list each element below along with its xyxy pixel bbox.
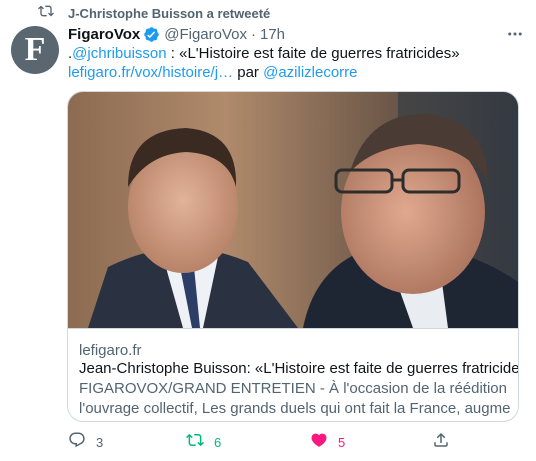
retweet-count: 6 bbox=[214, 434, 222, 450]
link-card[interactable]: lefigaro.fr Jean-Christophe Buisson: «L'… bbox=[67, 91, 519, 422]
share-button[interactable] bbox=[432, 430, 450, 454]
card-description: FIGAROVOX/GRAND ENTRETIEN - À l'occasion… bbox=[79, 379, 511, 419]
avatar[interactable]: F bbox=[11, 26, 59, 74]
separator-dot: · bbox=[251, 25, 256, 43]
mention-azilizlecorre[interactable]: @azilizlecorre bbox=[263, 64, 357, 81]
card-image[interactable] bbox=[68, 92, 518, 328]
share-icon bbox=[432, 431, 450, 454]
mention-jchribuisson[interactable]: @jchribuisson bbox=[72, 45, 166, 62]
tweet-text-line1: .@jchribuisson : «L'Histoire est faite d… bbox=[68, 44, 460, 64]
card-description-line1: FIGAROVOX/GRAND ENTRETIEN - À l'occasion… bbox=[79, 380, 511, 397]
tweet-time[interactable]: 17h bbox=[260, 26, 285, 43]
avatar-letter: F bbox=[24, 31, 46, 68]
like-count: 5 bbox=[338, 434, 346, 450]
like-button[interactable]: 5 bbox=[310, 430, 345, 454]
card-domain: lefigaro.fr bbox=[79, 342, 142, 359]
action-bar: 3 6 5 bbox=[0, 430, 536, 454]
tweet-link[interactable]: lefigaro.fr/vox/histoire/j… bbox=[68, 64, 233, 81]
heart-filled-icon bbox=[310, 431, 328, 454]
tweet-text-line2: lefigaro.fr/vox/histoire/j… par @azilizl… bbox=[68, 63, 358, 83]
retweet-banner[interactable]: J-Christophe Buisson a retweeté bbox=[38, 4, 270, 22]
author-display-name[interactable]: FigaroVox bbox=[68, 26, 140, 43]
more-icon bbox=[506, 25, 524, 48]
reply-icon bbox=[68, 431, 86, 454]
card-title: Jean-Christophe Buisson: «L'Histoire est… bbox=[79, 360, 519, 377]
retweet-button[interactable]: 6 bbox=[186, 430, 221, 454]
card-body[interactable]: lefigaro.fr Jean-Christophe Buisson: «L'… bbox=[68, 328, 519, 421]
retweet-icon bbox=[38, 3, 54, 24]
card-description-line2: l'ouvrage collectif, Les grands duels qu… bbox=[79, 400, 511, 417]
tweet-header: FigaroVox @FigaroVox · 17h bbox=[68, 23, 285, 45]
verified-badge-icon bbox=[140, 26, 160, 43]
author-handle[interactable]: @FigaroVox bbox=[164, 26, 247, 43]
retweet-icon bbox=[186, 431, 204, 454]
retweet-banner-text[interactable]: J-Christophe Buisson a retweeté bbox=[68, 6, 270, 21]
more-button[interactable] bbox=[505, 26, 525, 46]
reply-button[interactable]: 3 bbox=[68, 430, 103, 454]
reply-count: 3 bbox=[96, 434, 104, 450]
tweet-text: : «L'Histoire est faite de guerres fratr… bbox=[166, 45, 460, 62]
tweet-par: par bbox=[237, 64, 259, 81]
